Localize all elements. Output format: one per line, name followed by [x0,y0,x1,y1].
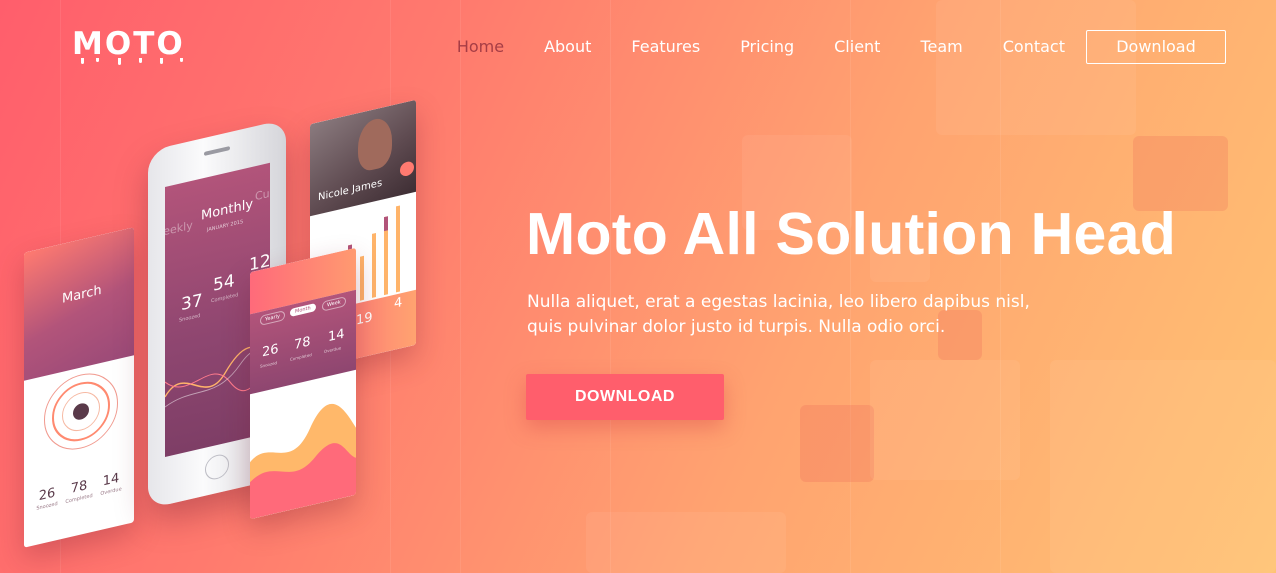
middle-screen: Yearly Month Week 26 78 14 Snoozed Compl… [250,247,356,520]
nav-item-features[interactable]: Features [631,30,700,64]
stat-value: 37 [181,290,203,316]
bg-square [1050,360,1276,573]
phone-screen-title: Monthly [201,196,254,224]
middle-area-chart [250,404,356,520]
hero-description-line1: Nulla aliquet, erat a egestas lacinia, l… [527,292,1030,312]
hero-description-line2: quis pulvinar dolor justo id turpis. Nul… [527,317,946,337]
nav-item-team[interactable]: Team [920,30,962,64]
stat-value: 4 [394,294,403,312]
nav-item-client[interactable]: Client [834,30,880,64]
nav-item-contact[interactable]: Contact [1003,30,1065,64]
hero-title: Moto All Solution Head [526,201,1177,267]
left-screen: March 26 78 14 Snoozed Completed Overdue [24,227,134,548]
bg-square [870,360,1020,480]
bg-line [610,0,611,573]
app-mockup-illustration: March 26 78 14 Snoozed Completed Overdue… [0,0,500,573]
phone-speaker [204,145,230,157]
bg-square [586,512,786,573]
stat-value: 54 [213,270,235,296]
bg-line [850,0,851,573]
bg-square [936,0,1136,135]
hero-download-button[interactable]: DOWNLOAD [526,374,724,420]
main-nav: Home About Features Pricing Client Team … [417,30,1226,64]
hero-description: Nulla aliquet, erat a egestas lacinia, l… [527,290,1047,340]
nav-item-pricing[interactable]: Pricing [740,30,794,64]
phone-tab-weekly: Weekly [165,218,193,241]
nav-item-about[interactable]: About [544,30,591,64]
phone-home-button [205,452,229,482]
bg-square [800,405,874,482]
left-screen-header [24,227,134,381]
nav-download-button[interactable]: Download [1086,30,1226,64]
phone-subtitle: JANUARY 2015 [207,218,244,234]
phone-tab-custom: Custo [255,182,270,204]
